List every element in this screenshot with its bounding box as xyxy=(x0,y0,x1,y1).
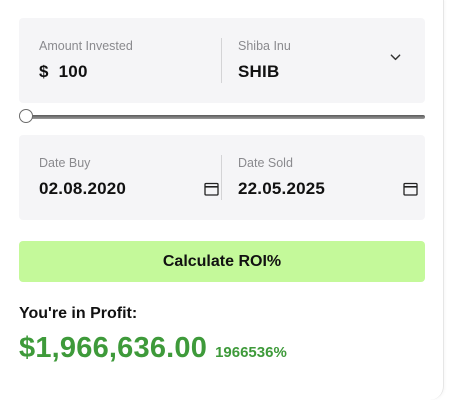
coin-symbol-value: SHIB xyxy=(238,62,280,81)
investment-slider-track[interactable] xyxy=(28,115,425,119)
currency-symbol: $ xyxy=(39,62,49,81)
date-buy-label: Date Buy xyxy=(39,156,91,170)
date-sold-input[interactable]: 22.05.2025 xyxy=(238,179,325,199)
chevron-down-icon[interactable] xyxy=(390,52,401,63)
investment-slider-thumb[interactable] xyxy=(19,109,33,123)
amount-invested-input[interactable]: $100 xyxy=(39,62,88,82)
amount-invested-label: Amount Invested xyxy=(39,39,133,53)
calendar-icon[interactable] xyxy=(204,182,219,196)
roi-calculator-card: Amount Invested $100 Shiba Inu SHIB Date… xyxy=(0,0,444,400)
date-buy-input[interactable]: 02.08.2020 xyxy=(39,179,126,199)
profit-status-label: You're in Profit: xyxy=(19,305,138,322)
field-divider xyxy=(221,38,222,83)
calculate-roi-button[interactable]: Calculate ROI% xyxy=(19,241,425,282)
investment-panel: Amount Invested $100 Shiba Inu SHIB xyxy=(19,18,425,103)
amount-invested-field[interactable]: Amount Invested $100 xyxy=(39,18,219,103)
coin-name-label: Shiba Inu xyxy=(238,39,291,53)
profit-percent: 1966536% xyxy=(215,344,287,361)
profit-amount: $1,966,636.00 xyxy=(19,332,208,364)
date-sold-label: Date Sold xyxy=(238,156,293,170)
calendar-icon[interactable] xyxy=(403,182,418,196)
amount-value: 100 xyxy=(58,62,88,81)
coin-select[interactable]: Shiba Inu SHIB xyxy=(238,18,413,103)
date-sold-field[interactable]: Date Sold 22.05.2025 xyxy=(238,135,418,220)
field-divider xyxy=(221,155,222,200)
dates-panel: Date Buy 02.08.2020 Date Sold 22.05.2025 xyxy=(19,135,425,220)
date-buy-field[interactable]: Date Buy 02.08.2020 xyxy=(39,135,219,220)
profit-result: $1,966,636.00 1966536% xyxy=(19,332,287,365)
